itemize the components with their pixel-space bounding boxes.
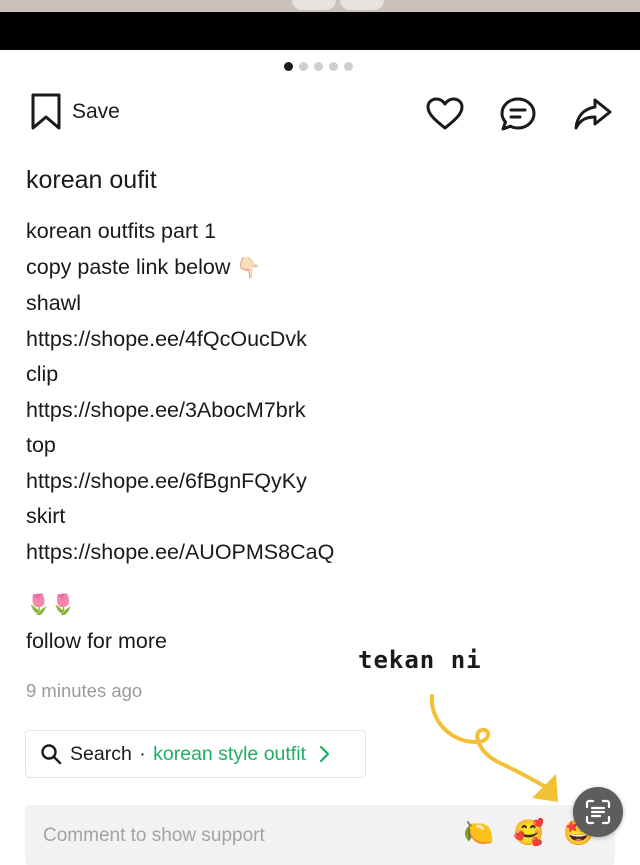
reaction-lemon[interactable]: 🍋 — [463, 819, 494, 848]
post-line: clip — [26, 362, 59, 386]
annotation-text: tekan ni — [358, 646, 482, 674]
search-label: Search — [70, 742, 132, 765]
post-line: copy paste link below 👇🏻 — [26, 250, 334, 287]
search-icon — [41, 744, 62, 765]
post-line: top — [26, 433, 56, 457]
save-button[interactable]: Save — [30, 93, 120, 131]
heart-icon — [426, 97, 464, 130]
like-button[interactable] — [425, 94, 465, 134]
post-timestamp: 9 minutes ago — [26, 680, 143, 701]
text-scan-icon — [585, 799, 611, 825]
share-button[interactable] — [573, 94, 613, 134]
tulip-emojis: 🌷🌷 — [26, 594, 76, 616]
carousel-dot[interactable] — [344, 62, 353, 71]
carousel-dot[interactable] — [314, 62, 323, 71]
search-query: korean style outfit — [153, 742, 306, 765]
media-image-fragment — [340, 0, 384, 10]
related-search-chip[interactable]: Search · korean style outfit — [25, 730, 366, 778]
annotation-arrow-icon — [429, 694, 558, 802]
search-separator: · — [139, 742, 146, 765]
post-title: korean oufit — [26, 166, 157, 194]
product-link[interactable]: https://shope.ee/4fQcOucDvk — [26, 322, 334, 358]
media-image-fragment — [292, 0, 336, 10]
share-icon — [574, 98, 612, 130]
post-line: skirt — [26, 504, 66, 528]
product-link[interactable]: https://shope.ee/6fBgnFQyKy — [26, 464, 334, 500]
text-scan-button[interactable] — [573, 787, 623, 837]
reaction-hearts-face[interactable]: 🥰 — [513, 819, 544, 848]
pointing-down-emoji: 👇🏻 — [236, 256, 262, 279]
post-line: follow for more — [26, 628, 167, 653]
comment-icon — [500, 97, 536, 131]
post-description: korean outfits part 1 copy paste link be… — [26, 214, 334, 659]
post-line-text: copy paste link below — [26, 254, 231, 279]
carousel-dot[interactable] — [299, 62, 308, 71]
chevron-right-icon — [319, 745, 330, 763]
carousel-indicator — [284, 62, 353, 71]
bookmark-icon — [31, 93, 61, 130]
comment-bar[interactable]: Comment to show support 🍋 🥰 🤩 — [25, 805, 615, 865]
product-link[interactable]: https://shope.ee/AUOPMS8CaQ — [26, 535, 334, 571]
media-image-strip[interactable] — [0, 0, 640, 50]
carousel-dot-active[interactable] — [284, 62, 293, 71]
post-actions-bar: Save — [0, 90, 640, 134]
post-line: shawl — [26, 291, 81, 315]
comment-button[interactable] — [498, 94, 538, 134]
comment-input[interactable]: Comment to show support — [43, 825, 265, 847]
carousel-dot[interactable] — [329, 62, 338, 71]
post-line: korean outfits part 1 — [26, 219, 217, 243]
save-label: Save — [72, 100, 120, 123]
product-link[interactable]: https://shope.ee/3AbocM7brk — [26, 393, 334, 429]
